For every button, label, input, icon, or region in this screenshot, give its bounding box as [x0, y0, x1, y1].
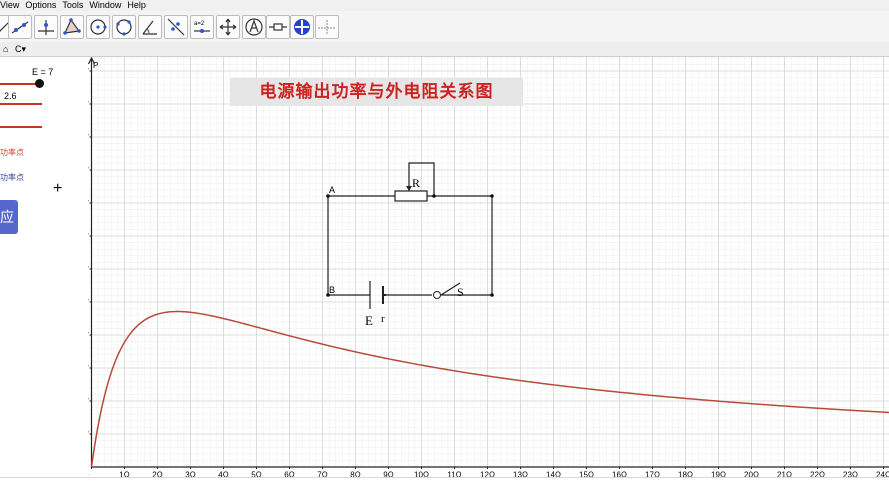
toolbar: a=2 — [0, 11, 889, 43]
menu-tools[interactable]: Tools — [62, 0, 83, 11]
perpendicular-icon — [35, 16, 57, 38]
crosshair-icon — [291, 16, 313, 38]
slider-tool-text: a=2 — [194, 21, 205, 27]
polygon-icon — [61, 16, 83, 38]
y-tick-label: 7W — [88, 232, 89, 241]
graphics-style-bar: ⌂ C▾ — [0, 42, 889, 57]
y-tick-label: 5W — [88, 298, 89, 307]
label-r-small: r — [381, 313, 385, 325]
y-tick-label: 10W — [88, 133, 89, 142]
legend-blue: 功率点 — [0, 172, 24, 183]
component-tool[interactable] — [266, 15, 290, 39]
menu-options[interactable]: Options — [25, 0, 56, 11]
label-e: E — [365, 313, 373, 328]
chevron-down-icon: ▾ — [22, 44, 27, 54]
bottom-bar — [0, 477, 889, 501]
rheostat-resistor[interactable] — [395, 191, 427, 201]
menu-bar: View Options Tools Window Help — [0, 0, 889, 11]
circuit-diagram[interactable]: A B R S E r — [320, 155, 510, 335]
page-title[interactable]: 电源输出功率与外电阻关系图 — [230, 78, 523, 106]
menu-help[interactable]: Help — [127, 0, 146, 11]
action-button-label: 应 — [0, 209, 14, 225]
battery-short-plate — [383, 286, 386, 304]
y-tick-label: 1W — [88, 430, 89, 439]
resistor-icon — [267, 16, 289, 38]
node-right-bottom — [490, 293, 494, 297]
node-slider — [432, 194, 436, 198]
y-tick-label: 4W — [88, 331, 89, 340]
y-tick-label: 2W — [88, 397, 89, 406]
hidden-tool[interactable] — [315, 15, 339, 39]
y-tick-label: 8W — [88, 199, 89, 208]
move-arrows-icon — [217, 16, 239, 38]
y-tick-label: 9W — [88, 166, 89, 175]
point-tool[interactable] — [8, 15, 32, 39]
crosshair-cursor-icon: + — [53, 181, 62, 197]
circle-points-icon — [113, 16, 135, 38]
label-r-top: R — [412, 176, 420, 190]
menu-view[interactable]: View — [0, 0, 19, 11]
y-tick-label: 3W — [88, 364, 89, 373]
angle-icon — [139, 16, 161, 38]
slider-extra-track[interactable] — [0, 126, 42, 128]
menu-window[interactable]: Window — [89, 0, 121, 11]
node-right-top — [490, 194, 494, 198]
ctrl-dropdown[interactable]: C▾ — [15, 42, 26, 56]
slider-tool[interactable]: a=2 — [190, 15, 214, 39]
line-tool[interactable] — [34, 15, 58, 39]
y-axis-label: P — [93, 61, 98, 70]
y-tick-label: 11W — [88, 100, 89, 109]
circle-three-points-tool[interactable] — [112, 15, 136, 39]
slider-r-value: 2.6 — [4, 91, 17, 101]
switch-contact — [434, 292, 441, 299]
circle-icon — [87, 16, 109, 38]
polygon-tool[interactable] — [60, 15, 84, 39]
slider-r-track[interactable] — [0, 103, 42, 105]
slider-icon: a=2 — [191, 16, 213, 38]
label-s: S — [457, 285, 464, 299]
line-icon — [9, 16, 31, 38]
y-tick-label: 12W — [88, 67, 89, 76]
action-button[interactable]: 应 — [0, 200, 18, 234]
label-a: A — [329, 185, 335, 195]
angle-tool[interactable] — [138, 15, 162, 39]
slider-e-track[interactable] — [0, 83, 40, 85]
left-panel: E = 7 2.6 功率点 功率点 应 + — [0, 57, 88, 477]
text-a-icon — [243, 16, 265, 38]
translate-tool[interactable] — [216, 15, 240, 39]
home-icon[interactable]: ⌂ — [3, 42, 8, 56]
circuit-wires — [328, 196, 492, 295]
text-tool[interactable] — [242, 15, 266, 39]
slider-e-label: E = 7 — [32, 67, 53, 77]
legend-red: 功率点 — [0, 147, 24, 158]
slider-e-handle[interactable] — [35, 79, 44, 88]
axis-icon — [316, 16, 338, 38]
reflect-tool[interactable] — [164, 15, 188, 39]
reflect-icon — [165, 16, 187, 38]
y-tick-label: 6W — [88, 265, 89, 274]
label-b: B — [329, 285, 335, 295]
graphics-view-tool[interactable] — [290, 15, 314, 39]
circle-tool[interactable] — [86, 15, 110, 39]
